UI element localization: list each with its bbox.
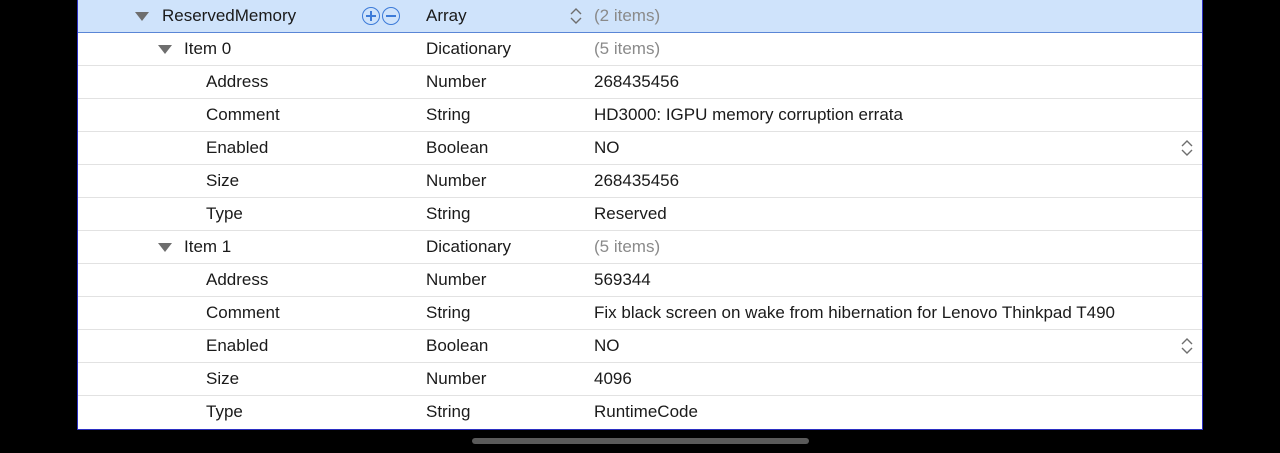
row-type: Boolean	[426, 336, 489, 355]
plus-circle-icon[interactable]	[362, 7, 380, 25]
row-key: Comment	[206, 303, 280, 322]
plist-row-comment[interactable]: Comment String Fix black screen on wake …	[78, 297, 1202, 330]
row-value[interactable]: NO	[594, 330, 620, 362]
row-key: Item 1	[184, 237, 232, 256]
row-value[interactable]: 268435456	[594, 66, 679, 98]
row-value: (5 items)	[594, 39, 661, 58]
plist-row-item-0[interactable]: Item 0 Dicationary (5 items)	[78, 33, 1202, 66]
up-down-stepper-icon[interactable]	[1180, 140, 1194, 156]
row-type: String	[426, 402, 471, 421]
plist-row-enabled[interactable]: Enabled Boolean NO	[78, 330, 1202, 363]
row-key: Enabled	[206, 138, 269, 157]
row-key: Type	[206, 204, 243, 223]
row-type: Number	[426, 171, 487, 190]
row-key: Address	[206, 72, 269, 91]
disclosure-triangle-icon[interactable]	[157, 231, 173, 263]
disclosure-triangle-icon[interactable]	[157, 33, 173, 65]
row-key: ReservedMemory	[162, 6, 297, 25]
row-value[interactable]: Fix black screen on wake from hibernatio…	[594, 297, 1115, 329]
disclosure-triangle-icon[interactable]	[134, 0, 150, 32]
row-type: String	[426, 303, 471, 322]
row-type: Dicationary	[426, 237, 512, 256]
up-down-stepper-icon[interactable]	[1180, 338, 1194, 354]
row-key: Size	[206, 369, 240, 388]
row-type[interactable]: Array	[426, 0, 467, 32]
plist-editor: ReservedMemory Array (2 items) Item 0 Di…	[77, 0, 1203, 430]
plist-row-type[interactable]: Type String RuntimeCode	[78, 396, 1202, 429]
row-value[interactable]: 569344	[594, 264, 651, 296]
plist-row-reserved-memory[interactable]: ReservedMemory Array (2 items)	[78, 0, 1202, 33]
row-value: (2 items)	[594, 6, 661, 25]
plist-row-address[interactable]: Address Number 268435456	[78, 66, 1202, 99]
plist-row-type[interactable]: Type String Reserved	[78, 198, 1202, 231]
plist-row-address[interactable]: Address Number 569344	[78, 264, 1202, 297]
row-key: Address	[206, 270, 269, 289]
row-key: Enabled	[206, 336, 269, 355]
row-value[interactable]: Reserved	[594, 198, 667, 230]
row-value[interactable]: HD3000: IGPU memory corruption errata	[594, 99, 903, 131]
row-key: Item 0	[184, 39, 232, 58]
row-value[interactable]: 268435456	[594, 165, 679, 197]
row-type: Boolean	[426, 138, 489, 157]
row-type: Dicationary	[426, 39, 512, 58]
row-key: Type	[206, 402, 243, 421]
up-down-stepper-icon[interactable]	[569, 8, 583, 24]
plist-row-size[interactable]: Size Number 268435456	[78, 165, 1202, 198]
plist-row-comment[interactable]: Comment String HD3000: IGPU memory corru…	[78, 99, 1202, 132]
row-value[interactable]: 4096	[594, 363, 632, 395]
row-type: Number	[426, 270, 487, 289]
add-remove-controls	[362, 7, 400, 25]
row-value[interactable]: RuntimeCode	[594, 396, 698, 428]
row-key: Size	[206, 171, 240, 190]
home-indicator[interactable]	[472, 438, 809, 444]
row-value: (5 items)	[594, 237, 661, 256]
minus-circle-icon[interactable]	[382, 7, 400, 25]
row-key: Comment	[206, 105, 280, 124]
row-value[interactable]: NO	[594, 132, 620, 164]
plist-row-item-1[interactable]: Item 1 Dicationary (5 items)	[78, 231, 1202, 264]
row-type: Number	[426, 369, 487, 388]
row-type: Number	[426, 72, 487, 91]
plist-row-size[interactable]: Size Number 4096	[78, 363, 1202, 396]
row-type: String	[426, 105, 471, 124]
plist-row-enabled[interactable]: Enabled Boolean NO	[78, 132, 1202, 165]
row-type: String	[426, 204, 471, 223]
